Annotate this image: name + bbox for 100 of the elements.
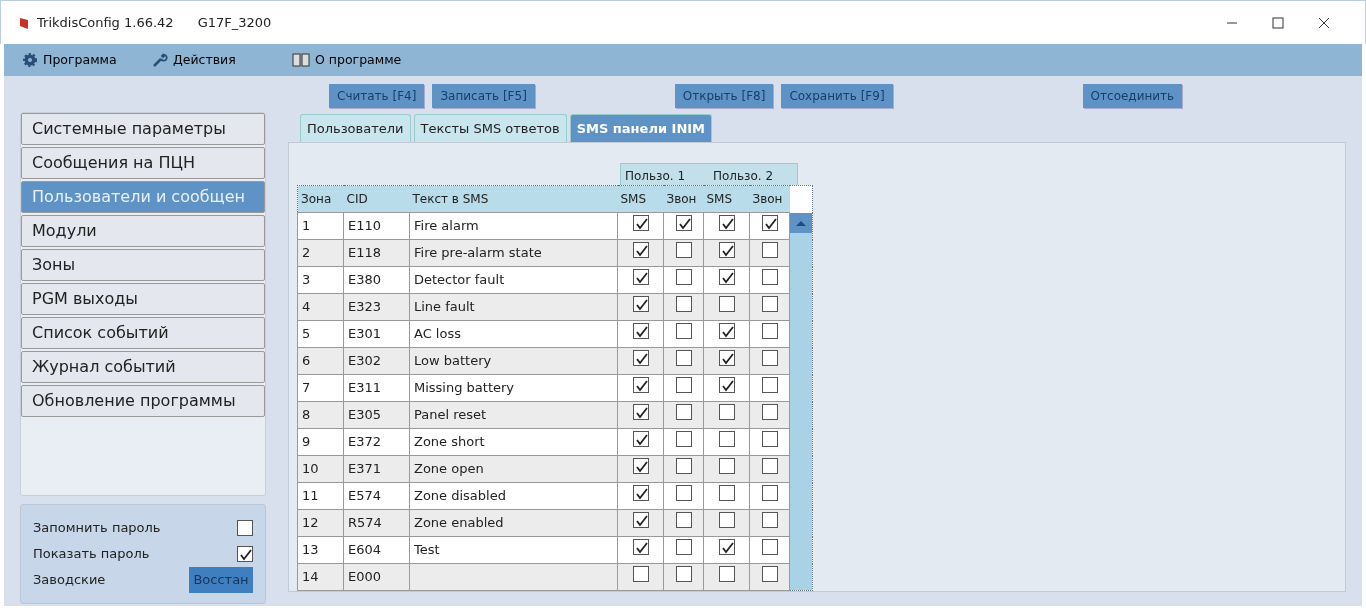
column-header: CID — [343, 185, 410, 213]
table-cell: 6 — [302, 353, 311, 369]
checkbox[interactable] — [761, 431, 778, 448]
checkbox[interactable] — [761, 512, 778, 529]
table-cell: 11 — [302, 488, 319, 504]
column-header: Зона — [297, 185, 344, 213]
menu-item[interactable]: О программе — [292, 50, 402, 70]
checkbox[interactable] — [718, 242, 735, 259]
table-cell: E604 — [348, 542, 382, 558]
checkbox[interactable] — [675, 350, 692, 367]
checkbox[interactable] — [632, 458, 649, 475]
table-cell: E323 — [348, 299, 382, 315]
checkbox[interactable] — [718, 269, 735, 286]
sidebar-item[interactable]: Журнал событий — [21, 351, 265, 383]
tab[interactable]: Пользователи — [300, 113, 411, 142]
table-cell: 9 — [302, 434, 311, 450]
checkbox[interactable] — [761, 323, 778, 340]
table-cell: E574 — [348, 488, 382, 504]
table-cell: E000 — [348, 569, 382, 585]
table-cell: Zone short — [414, 434, 485, 450]
checkbox[interactable] — [675, 377, 692, 394]
sidebar-item[interactable]: Обновление программы — [21, 385, 265, 417]
checkbox[interactable] — [718, 377, 735, 394]
checkbox[interactable] — [718, 431, 735, 448]
checkbox[interactable] — [761, 485, 778, 502]
checkbox[interactable] — [632, 431, 649, 448]
checkbox[interactable] — [632, 539, 649, 556]
table-cell: Missing battery — [414, 380, 515, 396]
table-cell: 14 — [302, 569, 319, 585]
checkbox[interactable] — [632, 485, 649, 502]
sidebar-item[interactable]: Зоны — [21, 249, 265, 281]
checkbox[interactable] — [237, 546, 253, 562]
table-cell: 3 — [302, 272, 311, 288]
menu-item[interactable]: Действия — [152, 50, 292, 70]
menu-item[interactable]: Программа — [22, 50, 152, 70]
checkbox[interactable] — [761, 296, 778, 313]
checkbox[interactable] — [632, 377, 649, 394]
table-cell: Zone disabled — [414, 488, 506, 504]
checkbox[interactable] — [632, 404, 649, 421]
checkbox[interactable] — [718, 512, 735, 529]
checkbox[interactable] — [675, 539, 692, 556]
checkbox[interactable] — [718, 566, 735, 583]
checkbox[interactable] — [761, 377, 778, 394]
option-label: Показать пароль — [33, 545, 150, 564]
device-name: G17F_3200 — [197, 13, 272, 32]
checkbox[interactable] — [761, 566, 778, 583]
sidebar-item[interactable]: Системные параметры — [21, 113, 265, 145]
checkbox[interactable] — [675, 215, 692, 232]
table-cell: 5 — [302, 326, 311, 342]
checkbox[interactable] — [761, 404, 778, 421]
checkbox[interactable] — [675, 458, 692, 475]
checkbox[interactable] — [237, 520, 253, 536]
checkbox[interactable] — [675, 242, 692, 259]
checkbox[interactable] — [675, 269, 692, 286]
tab[interactable]: Тексты SMS ответов — [413, 113, 567, 142]
scroll-up-icon[interactable] — [790, 212, 812, 233]
checkbox[interactable] — [675, 323, 692, 340]
checkbox[interactable] — [761, 539, 778, 556]
table-cell: 1 — [302, 218, 311, 234]
table-cell: E118 — [348, 245, 382, 261]
column-header: Звон — [749, 185, 790, 213]
checkbox[interactable] — [718, 323, 735, 340]
checkbox[interactable] — [632, 350, 649, 367]
checkbox[interactable] — [632, 242, 649, 259]
sidebar-item[interactable]: Сообщения на ПЦН — [21, 147, 265, 179]
checkbox[interactable] — [718, 296, 735, 313]
checkbox[interactable] — [675, 404, 692, 421]
table-cell: 13 — [302, 542, 319, 558]
sidebar-item[interactable]: PGM выходы — [21, 283, 265, 315]
checkbox[interactable] — [675, 296, 692, 313]
window-title: TrikdisConfig 1.66.42 — [37, 13, 174, 32]
checkbox[interactable] — [675, 512, 692, 529]
checkbox[interactable] — [675, 431, 692, 448]
table-cell: Fire alarm — [414, 218, 479, 234]
checkbox[interactable] — [632, 512, 649, 529]
checkbox[interactable] — [675, 485, 692, 502]
checkbox[interactable] — [632, 269, 649, 286]
checkbox[interactable] — [761, 215, 778, 232]
scrollbar[interactable] — [790, 212, 812, 590]
sidebar-item[interactable]: Модули — [21, 215, 265, 247]
checkbox[interactable] — [761, 242, 778, 259]
checkbox[interactable] — [632, 323, 649, 340]
option-label: Запомнить пароль — [33, 519, 161, 538]
checkbox[interactable] — [718, 458, 735, 475]
checkbox[interactable] — [718, 404, 735, 421]
checkbox[interactable] — [761, 350, 778, 367]
checkbox[interactable] — [761, 269, 778, 286]
sidebar-item[interactable]: Список событий — [21, 317, 265, 349]
checkbox[interactable] — [718, 350, 735, 367]
checkbox[interactable] — [761, 458, 778, 475]
column-header: SMS — [617, 185, 664, 213]
checkbox[interactable] — [718, 215, 735, 232]
checkbox[interactable] — [675, 566, 692, 583]
checkbox[interactable] — [718, 539, 735, 556]
checkbox[interactable] — [632, 296, 649, 313]
table-cell: 7 — [302, 380, 311, 396]
checkbox[interactable] — [632, 215, 649, 232]
checkbox[interactable] — [632, 566, 649, 583]
table-cell: E301 — [348, 326, 382, 342]
checkbox[interactable] — [718, 485, 735, 502]
